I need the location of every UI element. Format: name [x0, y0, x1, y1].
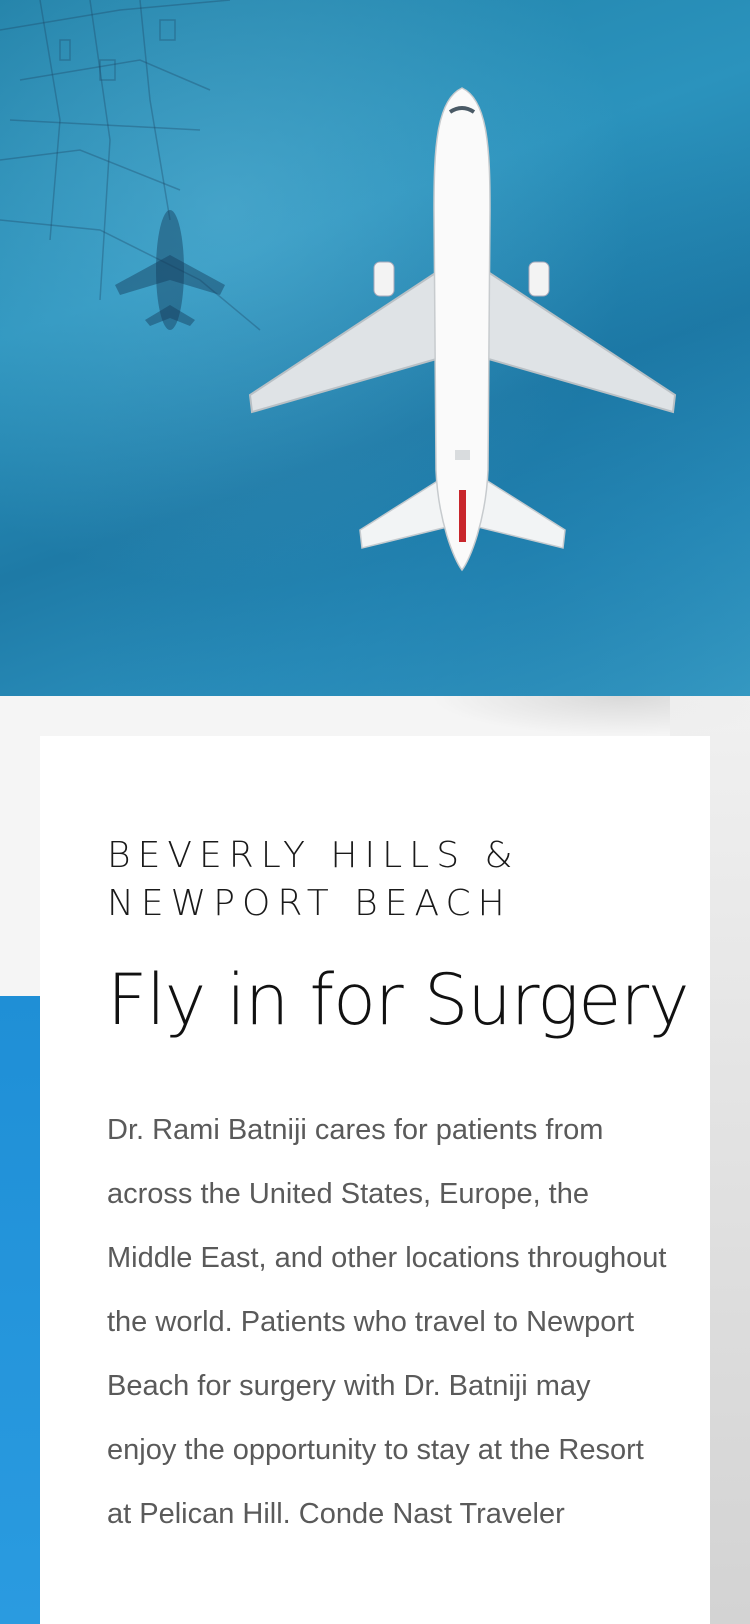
kicker-line-2: NEWPORT BEACH [107, 883, 512, 924]
airplane-illustration [0, 0, 677, 572]
kicker-line-1: BEVERLY HILLS & [107, 835, 520, 876]
airplane-icon [248, 87, 677, 572]
location-kicker: BEVERLY HILLS & NEWPORT BEACH [107, 832, 667, 928]
body-paragraph: Dr. Rami Batniji cares for patients from… [107, 1114, 667, 1530]
hero-image [0, 0, 750, 696]
page-title: Fly in for Surgery [107, 959, 690, 1041]
accent-bar [0, 996, 40, 1624]
content-card: BEVERLY HILLS & NEWPORT BEACH Fly in for… [40, 736, 710, 1624]
